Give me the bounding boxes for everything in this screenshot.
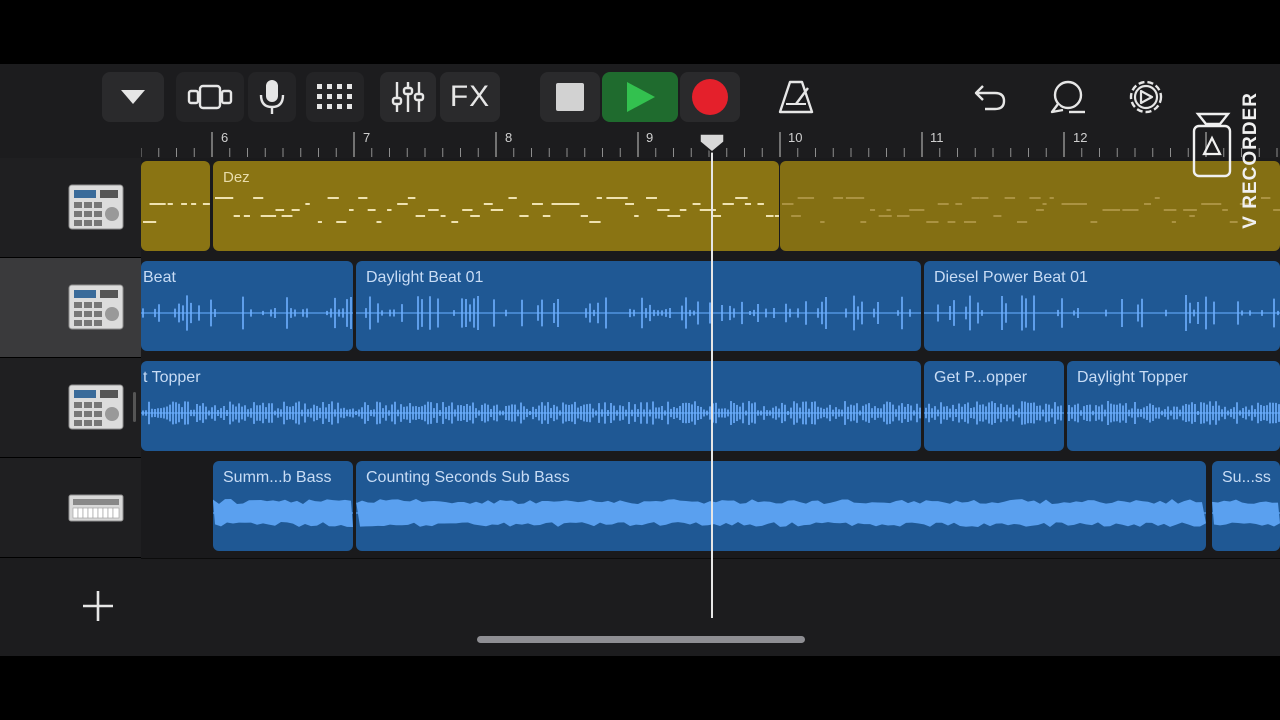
region-name: Counting Seconds Sub Bass <box>366 469 570 486</box>
toolbar: FX <box>0 64 1280 130</box>
drum-machine-icon <box>68 184 124 230</box>
metronome-icon <box>778 80 814 114</box>
stop-button[interactable] <box>540 72 600 122</box>
audio-region[interactable]: Counting Seconds Sub Bass <box>356 461 1206 551</box>
drum-machine-icon <box>68 384 124 430</box>
settings-button[interactable] <box>1118 72 1174 122</box>
screen-recorder-icon <box>1192 112 1232 178</box>
track-view-dropdown-button[interactable] <box>102 72 164 122</box>
region-name: Dez <box>223 169 250 186</box>
midi-notes <box>215 197 779 223</box>
bar-number: 9 <box>646 130 654 145</box>
undo-button[interactable] <box>962 72 1018 122</box>
mixer-icon <box>391 82 425 112</box>
region-name: Diesel Power Beat 01 <box>934 269 1088 286</box>
settings-icon <box>1129 80 1163 114</box>
bar-number: 8 <box>505 130 513 145</box>
bar-number: 12 <box>1073 130 1088 145</box>
waveform <box>141 401 921 425</box>
audio-region[interactable]: Su...ss <box>1212 461 1280 551</box>
bass-synth-icon <box>68 494 124 522</box>
track-header-2[interactable] <box>0 258 141 358</box>
playhead-line[interactable] <box>711 134 713 618</box>
microphone-icon <box>259 80 285 114</box>
waveform <box>356 295 921 331</box>
play-icon <box>627 82 655 112</box>
waveform <box>213 499 353 527</box>
region-name: Get P...opper <box>934 369 1028 386</box>
track-resize-handle[interactable] <box>133 392 136 422</box>
loop-icon <box>1050 80 1085 114</box>
watermark-text: V RECORDER <box>1240 92 1261 229</box>
record-button[interactable] <box>680 72 740 122</box>
audio-region[interactable]: Summ...b Bass <box>213 461 353 551</box>
waveform <box>356 499 1206 527</box>
audio-region[interactable]: Beat <box>141 261 353 351</box>
mixer-button[interactable] <box>380 72 436 122</box>
chevron-down-icon <box>121 90 145 104</box>
track-header-4[interactable] <box>0 458 141 558</box>
region-name: t Topper <box>143 369 201 386</box>
region-name: Daylight Beat 01 <box>366 269 484 286</box>
midi-region[interactable] <box>141 161 210 251</box>
drum-machine-icon <box>68 284 124 330</box>
waveform <box>1212 499 1280 527</box>
waveform <box>1067 401 1280 425</box>
audio-region[interactable]: t Topper <box>141 361 921 451</box>
track-header-1[interactable] <box>0 158 141 258</box>
grid-button[interactable] <box>306 72 364 122</box>
bar-number: 11 <box>930 130 944 145</box>
waveform <box>924 295 1280 331</box>
audio-region[interactable]: Diesel Power Beat 01 <box>924 261 1280 351</box>
add-track-button[interactable] <box>80 588 116 624</box>
plus-icon <box>83 591 113 621</box>
metronome-button[interactable] <box>768 72 824 122</box>
region-name: Su...ss <box>1222 469 1271 486</box>
fx-button[interactable]: FX <box>440 72 500 122</box>
fx-label: FX <box>449 80 491 113</box>
audio-region[interactable]: Get P...opper <box>924 361 1064 451</box>
midi-region[interactable]: Dez <box>213 161 779 251</box>
microphone-button[interactable] <box>248 72 296 122</box>
play-button[interactable] <box>602 72 678 122</box>
home-indicator[interactable] <box>477 636 805 643</box>
bar-number: 6 <box>221 130 229 145</box>
undo-icon <box>974 85 1006 111</box>
waveform <box>141 295 353 331</box>
track-header-3[interactable] <box>0 358 141 458</box>
audio-region[interactable]: Daylight Topper <box>1067 361 1280 451</box>
audio-region[interactable]: Daylight Beat 01 <box>356 261 921 351</box>
region-name: Summ...b Bass <box>223 469 332 486</box>
midi-notes <box>143 203 210 223</box>
playhead-handle-icon[interactable] <box>698 132 726 154</box>
region-name: Beat <box>143 269 176 286</box>
record-icon <box>692 79 728 115</box>
bar-number: 7 <box>363 130 371 145</box>
track-headers <box>0 158 141 656</box>
garageband-tracks-view: FX 6 7 8 9 10 11 12 Dez Beat Daylight Be… <box>0 64 1280 656</box>
stop-icon <box>556 83 584 111</box>
browser-icon <box>187 84 233 110</box>
loop-button[interactable] <box>1040 72 1096 122</box>
waveform <box>924 401 1064 425</box>
grid-icon <box>317 84 352 109</box>
browser-button[interactable] <box>176 72 244 122</box>
bar-number: 10 <box>788 130 803 145</box>
region-name: Daylight Topper <box>1077 369 1188 386</box>
